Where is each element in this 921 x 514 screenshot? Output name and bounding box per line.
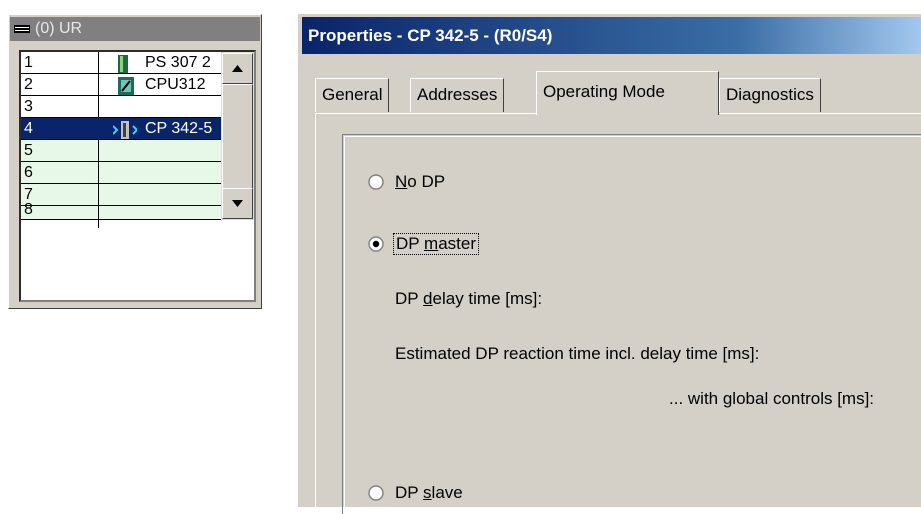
slot-number: 4 <box>24 120 33 137</box>
no-dp-radio[interactable] <box>368 174 384 190</box>
rack-title: (0) UR <box>35 20 83 37</box>
slot-number: 3 <box>24 98 33 115</box>
properties-dialog: Properties - CP 342-5 - (R0/S4) General … <box>297 14 921 514</box>
arrow-down-icon <box>232 200 243 207</box>
rack-vertical-scrollbar[interactable] <box>221 52 254 220</box>
scroll-up-button[interactable] <box>222 53 253 84</box>
dp-slave-label[interactable]: DP slave <box>395 483 463 503</box>
cpu-module-icon <box>118 77 134 95</box>
slot-number: 5 <box>24 142 33 159</box>
slot-number: 6 <box>24 164 33 181</box>
tab-diagnostics[interactable]: Diagnostics <box>719 78 821 112</box>
rack-row-3[interactable]: 3 <box>21 96 221 118</box>
no-dp-label[interactable]: No DP <box>395 172 445 192</box>
slot-number: 2 <box>24 76 33 93</box>
scroll-down-button[interactable] <box>222 188 253 219</box>
dialog-title-bar[interactable]: Properties - CP 342-5 - (R0/S4) <box>302 17 921 54</box>
module-name: CP 342-5 <box>145 120 213 137</box>
rack-row-2[interactable]: 2 CPU312 <box>21 74 221 96</box>
rack-icon <box>14 25 30 33</box>
rack-row-6[interactable]: 6 <box>21 162 221 184</box>
rack-window: (0) UR 1 PS 307 2 2 CPU312 3 4 CP 342-5 … <box>8 14 262 309</box>
slot-number: 1 <box>24 54 33 71</box>
dp-reaction-time-label: Estimated DP reaction time incl. delay t… <box>395 344 760 363</box>
dp-slave-radio[interactable] <box>368 485 384 501</box>
dp-delay-time-label: DP delay time [ms]: <box>395 289 543 308</box>
rack-row-7[interactable]: 7 <box>21 184 221 206</box>
global-controls-label: ... with global controls [ms]: <box>669 389 875 408</box>
cp-module-icon <box>113 121 137 139</box>
dp-master-radio[interactable] <box>368 236 384 252</box>
rack-row-5[interactable]: 5 <box>21 140 221 162</box>
arrow-up-icon <box>232 65 243 72</box>
tab-general[interactable]: General <box>315 78 390 112</box>
rack-slot-table[interactable]: 1 PS 307 2 2 CPU312 3 4 CP 342-5 5 6 7 8 <box>19 50 256 302</box>
tab-operating-mode[interactable]: Operating Mode <box>536 71 719 115</box>
module-name: PS 307 2 <box>145 54 211 71</box>
slot-number: 8 <box>24 201 33 218</box>
tab-addresses[interactable]: Addresses <box>410 78 505 112</box>
rack-row-1[interactable]: 1 PS 307 2 <box>21 52 221 74</box>
dp-master-label[interactable]: DP master <box>393 233 480 255</box>
scroll-thumb[interactable] <box>222 84 253 189</box>
rack-title-bar[interactable]: (0) UR <box>10 17 260 41</box>
rack-row-4[interactable]: 4 CP 342-5 <box>21 118 221 140</box>
rack-row-8[interactable]: 8 <box>21 201 221 228</box>
dialog-title: Properties - CP 342-5 - (R0/S4) <box>308 26 553 45</box>
power-supply-icon <box>118 55 128 73</box>
module-name: CPU312 <box>145 76 206 93</box>
